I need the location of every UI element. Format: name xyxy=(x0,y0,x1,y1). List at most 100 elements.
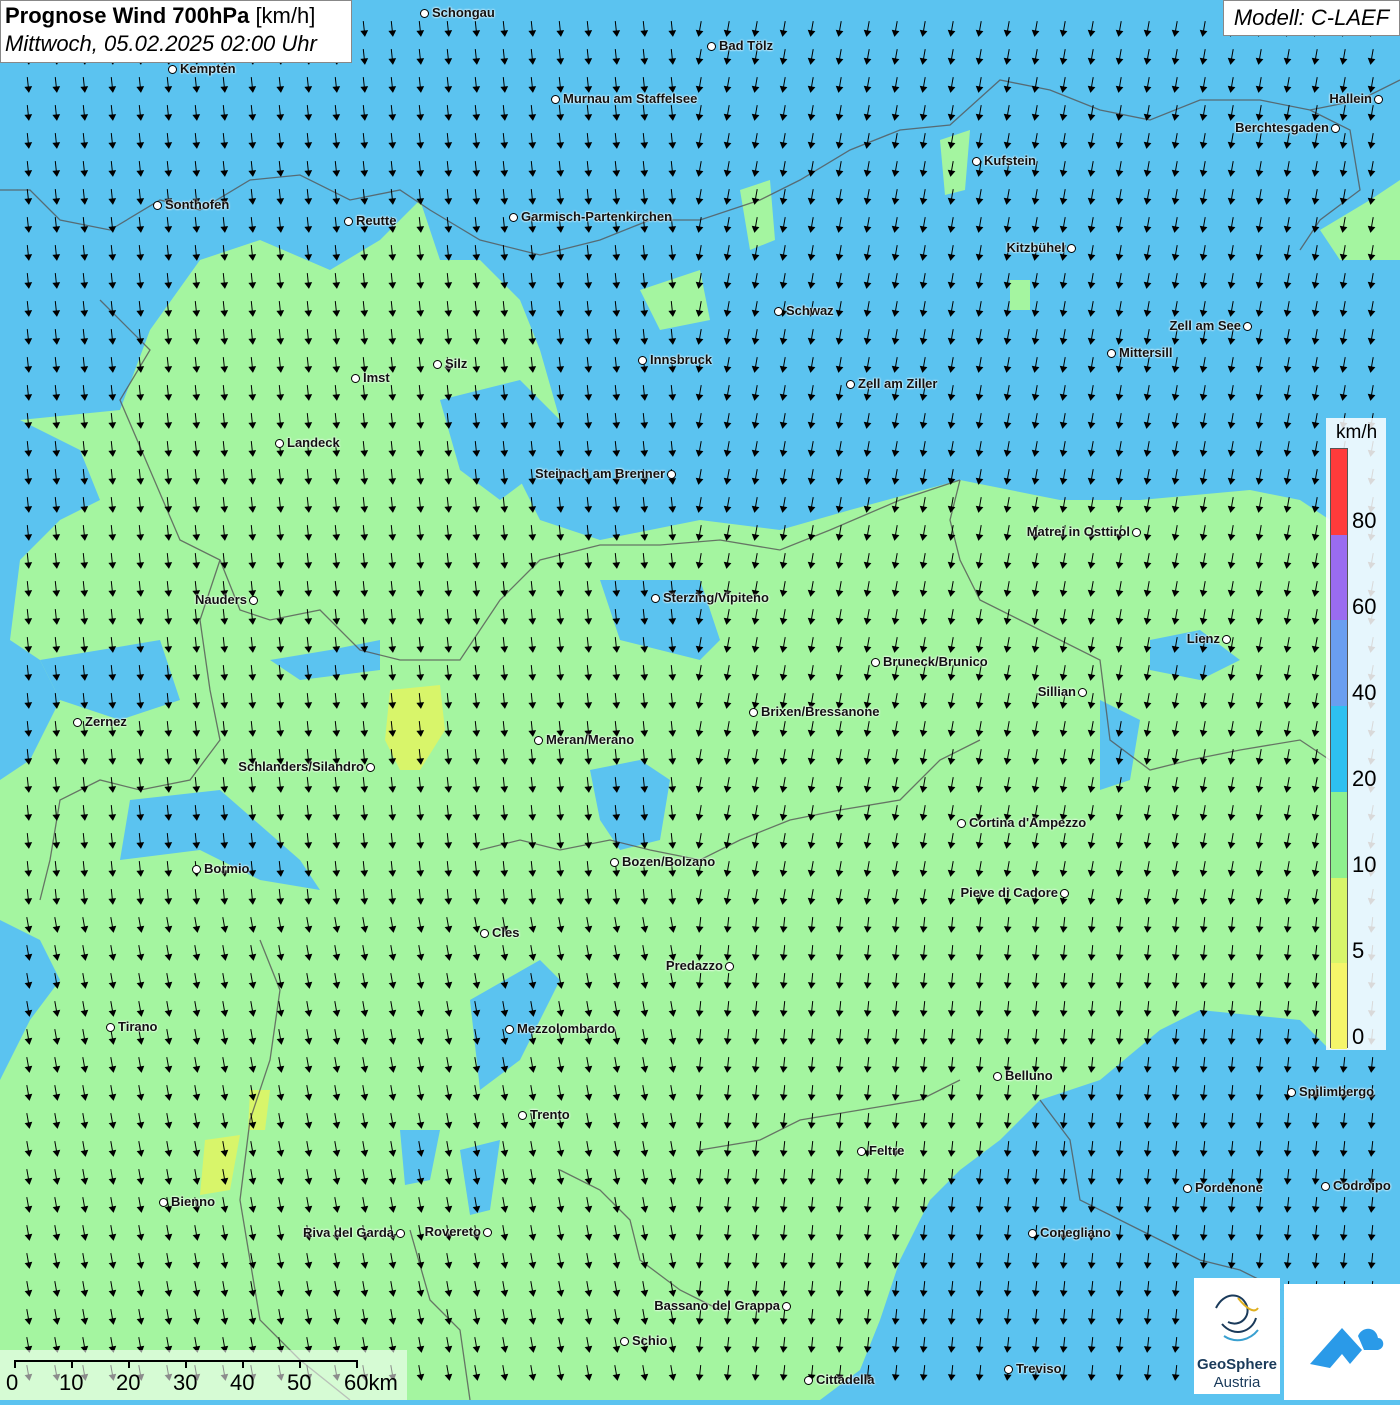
scale-tick xyxy=(356,1360,358,1368)
city-label: Bienno xyxy=(171,1194,216,1209)
forecast-datetime: Mittwoch, 05.02.2025 02:00 Uhr xyxy=(5,31,317,56)
city-label: Sonthofen xyxy=(165,197,230,212)
city-label: Nauders xyxy=(194,592,247,607)
legend-label: 0 xyxy=(1352,1024,1365,1049)
scale-label: 0 xyxy=(6,1370,19,1395)
city-label: Cortina d'Ampezzo xyxy=(969,815,1087,830)
city-label: Zernez xyxy=(85,714,127,729)
legend-label: 60 xyxy=(1352,594,1377,619)
legend-segment xyxy=(1331,706,1347,793)
city-marker xyxy=(505,1025,514,1034)
scale-tick xyxy=(299,1360,301,1368)
color-legend: km/h 80 60 40 20 10 5 0 xyxy=(1326,418,1386,1050)
legend-segment xyxy=(1331,534,1347,621)
city-label: Treviso xyxy=(1016,1361,1062,1376)
city-marker xyxy=(1067,244,1076,253)
city-marker xyxy=(804,1376,813,1385)
scale-label: 50 xyxy=(287,1370,312,1395)
city-marker xyxy=(707,42,716,51)
scale-tick xyxy=(128,1360,130,1368)
city-label: Schio xyxy=(632,1333,668,1348)
city-marker xyxy=(480,929,489,938)
city-label: Kufstein xyxy=(984,153,1036,168)
city-label: Kitzbühel xyxy=(1006,240,1066,255)
city-marker xyxy=(192,865,201,874)
city-label: Schwaz xyxy=(786,303,834,318)
city-label: Berchtesgaden xyxy=(1235,120,1329,135)
scale-tick xyxy=(242,1360,244,1368)
city-label: Spilimbergo xyxy=(1299,1084,1375,1099)
legend-segment xyxy=(1331,449,1347,536)
city-marker xyxy=(667,470,676,479)
city-marker xyxy=(725,962,734,971)
city-label: Steinach am Brenner xyxy=(534,466,665,481)
city-label: Cles xyxy=(492,925,520,940)
legend-label: 10 xyxy=(1352,852,1377,877)
scale-tick xyxy=(71,1360,73,1368)
title-box: Prognose Wind 700hPa [km/h] Mittwoch, 05… xyxy=(0,0,352,63)
city-label: Feltre xyxy=(869,1143,905,1158)
city-marker xyxy=(638,356,647,365)
city-label: Garmisch-Partenkirchen xyxy=(521,209,673,224)
city-marker xyxy=(168,65,177,74)
city-marker xyxy=(159,1198,168,1207)
city-label: Tirano xyxy=(118,1019,158,1034)
scale-tick xyxy=(185,1360,187,1368)
city-label: Schongau xyxy=(432,5,495,20)
city-label: Reutte xyxy=(356,213,397,228)
logo-line2: Austria xyxy=(1213,1374,1261,1391)
legend-label: 40 xyxy=(1352,680,1377,705)
city-label: Rovereto xyxy=(424,1224,481,1239)
city-marker xyxy=(972,157,981,166)
legend-segment xyxy=(1331,791,1347,879)
city-marker xyxy=(957,819,966,828)
city-label: Pordenone xyxy=(1195,1180,1263,1195)
city-marker xyxy=(106,1023,115,1032)
city-marker xyxy=(1287,1088,1296,1097)
city-marker xyxy=(857,1147,866,1156)
city-marker xyxy=(534,736,543,745)
city-marker xyxy=(433,360,442,369)
city-marker xyxy=(420,9,429,18)
city-label: Belluno xyxy=(1005,1068,1053,1083)
city-label: Mittersill xyxy=(1119,345,1173,360)
city-label: Trento xyxy=(530,1107,570,1122)
city-label: Predazzo xyxy=(665,958,723,973)
city-label: Mezzolombardo xyxy=(517,1021,616,1036)
city-label: Hallein xyxy=(1329,91,1372,106)
city-marker xyxy=(871,658,880,667)
city-label: Bad Tölz xyxy=(719,38,774,53)
city-marker xyxy=(351,374,360,383)
city-label: Brixen/Bressanone xyxy=(761,704,880,719)
scale-label: 60km xyxy=(344,1370,398,1395)
city-label: Meran/Merano xyxy=(546,732,635,747)
city-label: Kempten xyxy=(180,61,236,76)
scale-bar: 0 10 20 30 40 50 60km xyxy=(0,1350,407,1400)
city-marker xyxy=(509,213,518,222)
city-label: Innsbruck xyxy=(650,352,713,367)
city-marker xyxy=(1028,1229,1037,1238)
city-label: Codroipo xyxy=(1333,1178,1391,1193)
city-marker xyxy=(1078,688,1087,697)
city-marker xyxy=(1132,528,1141,537)
city-marker xyxy=(518,1111,527,1120)
legend-colorbar xyxy=(1330,448,1348,1050)
city-marker xyxy=(846,380,855,389)
city-marker xyxy=(396,1229,405,1238)
city-label: Zell am Ziller xyxy=(858,376,938,391)
city-label: Cittadella xyxy=(816,1372,875,1387)
city-marker xyxy=(1374,95,1383,104)
city-label: Riva del Garda xyxy=(302,1225,394,1240)
scale-label: 20 xyxy=(116,1370,141,1395)
city-marker xyxy=(1107,349,1116,358)
legend-label: 5 xyxy=(1352,938,1365,963)
city-marker xyxy=(610,858,619,867)
city-marker xyxy=(1321,1182,1330,1191)
city-marker xyxy=(782,1302,791,1311)
city-label: Zell am See xyxy=(1169,318,1241,333)
geosphere-emblem-icon xyxy=(1215,1294,1259,1342)
city-marker xyxy=(774,307,783,316)
city-marker xyxy=(993,1072,1002,1081)
city-label: Conegliano xyxy=(1040,1225,1111,1240)
geosphere-logo: GeoSphere Austria xyxy=(1194,1278,1280,1394)
